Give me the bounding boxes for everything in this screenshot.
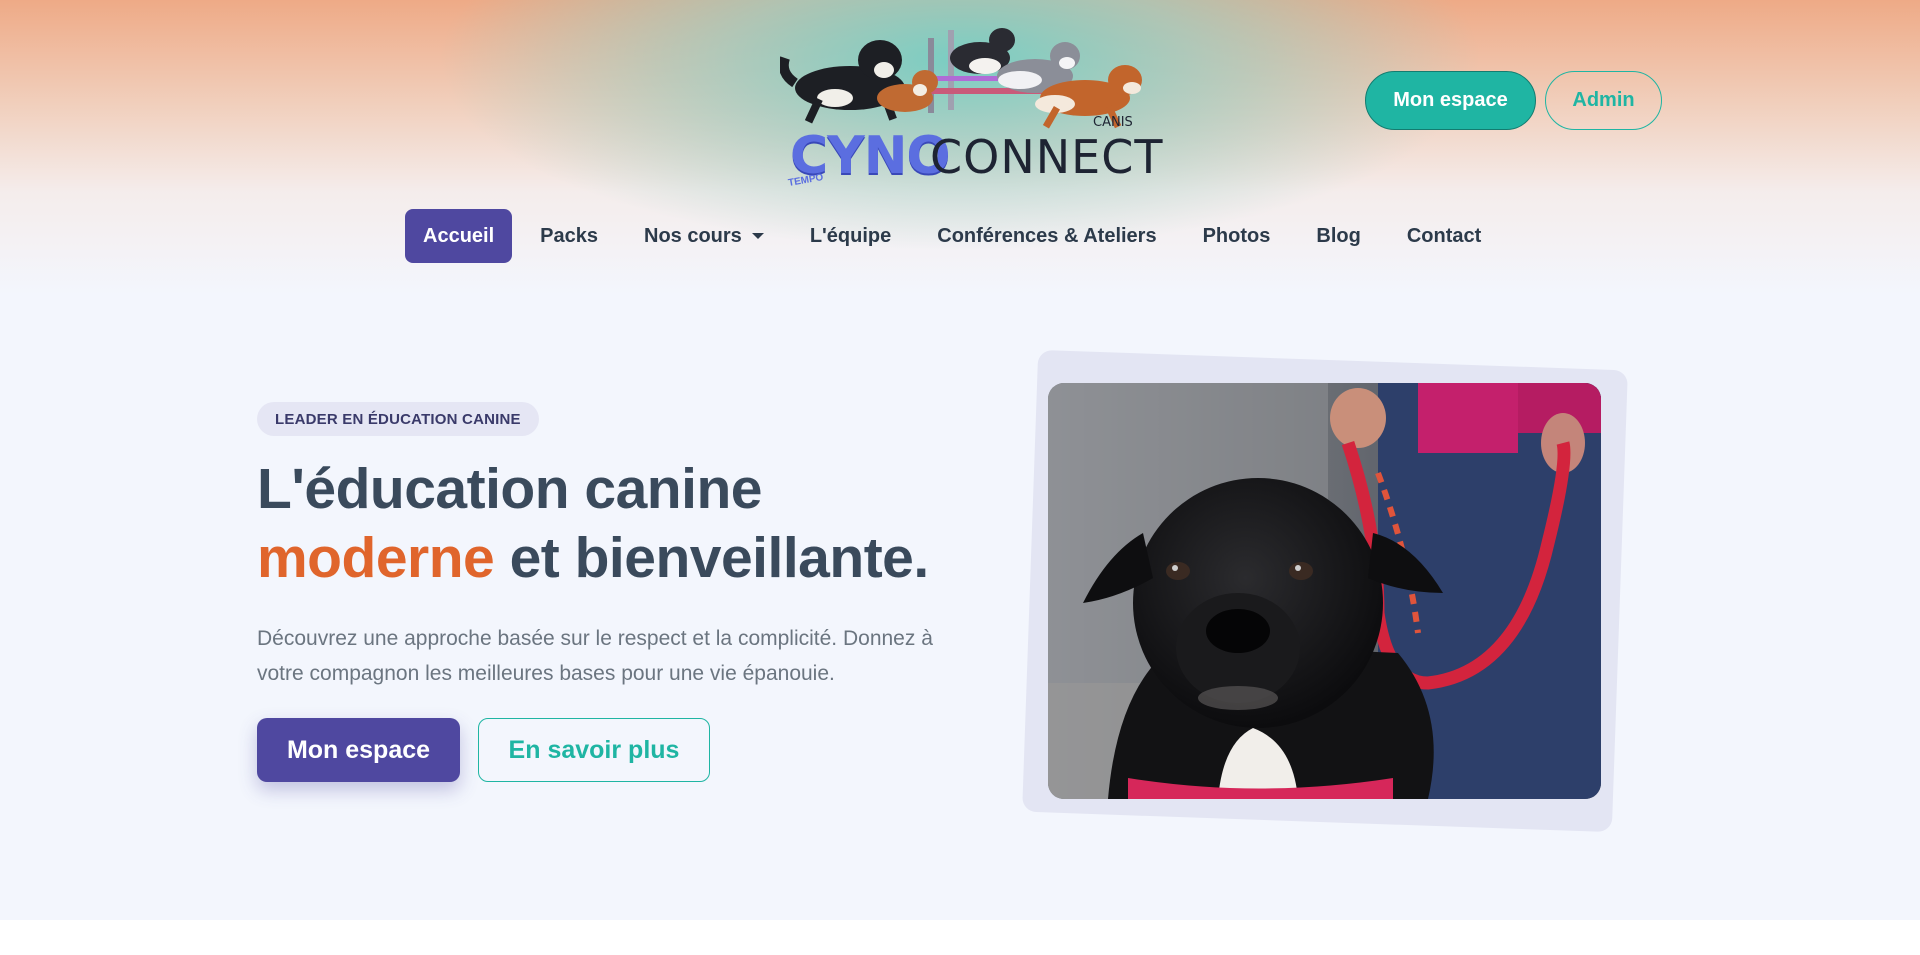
dog-photo-illustration <box>1048 383 1601 799</box>
hero-learn-more-button[interactable]: En savoir plus <box>478 718 710 782</box>
hero-description: Découvrez une approche basée sur le resp… <box>257 627 933 685</box>
page: CANIS CYNO CONNECT TEMPO Mon espace Admi… <box>0 0 1920 920</box>
dogs-illustration <box>780 28 1142 129</box>
main-navigation: Accueil Packs Nos cours L'équipe Confére… <box>405 209 1504 263</box>
nav-item-nos-cours-label: Nos cours <box>644 224 742 247</box>
hero-account-button[interactable]: Mon espace <box>257 718 460 782</box>
header-account-button[interactable]: Mon espace <box>1365 71 1536 130</box>
nav-item-contact[interactable]: Contact <box>1384 209 1504 263</box>
nav-item-conferences[interactable]: Conférences & Ateliers <box>914 209 1179 263</box>
hero-title-line1: L'éducation canine <box>257 457 762 521</box>
nav-item-equipe[interactable]: L'équipe <box>787 209 914 263</box>
logo-text-connect: CONNECT <box>930 130 1164 184</box>
nav-item-accueil[interactable]: Accueil <box>405 209 513 263</box>
hero-badge: LEADER EN ÉDUCATION CANINE <box>257 402 539 436</box>
hero-dog-photo <box>1048 383 1601 799</box>
nav-item-nos-cours[interactable]: Nos cours <box>621 209 787 263</box>
header-admin-button[interactable]: Admin <box>1545 71 1662 130</box>
nav-item-blog[interactable]: Blog <box>1293 209 1383 263</box>
chevron-down-icon <box>751 233 764 239</box>
hero-title-rest: et bienveillante. <box>494 526 930 590</box>
nav-item-photos[interactable]: Photos <box>1180 209 1294 263</box>
nav-item-packs[interactable]: Packs <box>517 209 621 263</box>
logo-superscript: CANIS <box>1093 115 1133 130</box>
site-logo[interactable]: CANIS CYNO CONNECT TEMPO <box>780 18 1162 189</box>
hero-title-accent: moderne <box>257 526 495 590</box>
hero-title: L'éducation canine moderne et bienveilla… <box>257 455 977 593</box>
